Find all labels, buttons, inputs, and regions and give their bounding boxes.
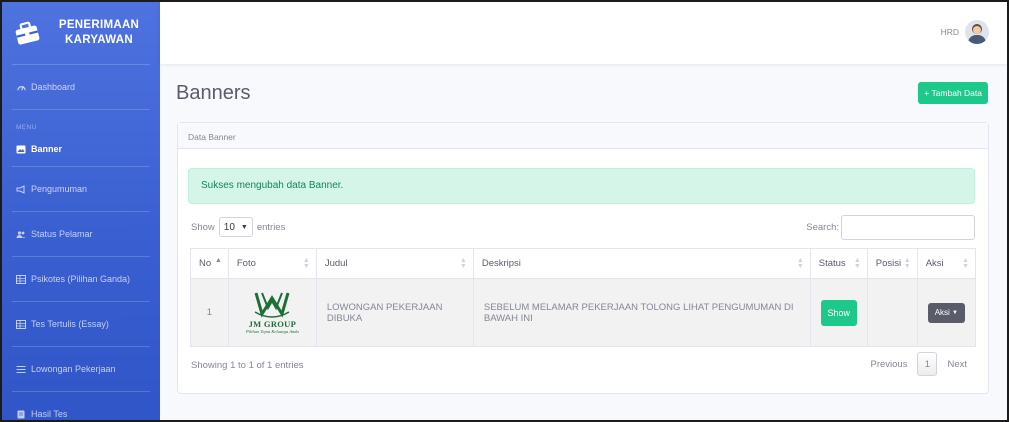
search-input[interactable] (841, 215, 975, 240)
sidebar-item-label: Hasil Tes (31, 409, 68, 419)
sort-icon: ▲ ▼ (903, 257, 911, 270)
list-icon (16, 364, 26, 374)
sidebar-item-label: Pengumuman (31, 184, 88, 194)
table-icon (16, 319, 26, 329)
aksi-label: Aksi (934, 308, 950, 317)
sidebar-item-pengumuman[interactable]: Pengumuman (2, 167, 160, 211)
sidebar-item-banner[interactable]: Banner (2, 132, 160, 166)
entries-select[interactable]: 10 ▼ (218, 217, 253, 237)
sidebar: PENERIMAAN KARYAWAN Dashboard MENU Banne… (2, 2, 160, 420)
data-card: Data Banner Sukses mengubah data Banner.… (177, 122, 989, 394)
pagination: Previous 1 Next (862, 352, 975, 376)
sidebar-item-label: Psikotes (Pilihan Ganda) (31, 274, 131, 284)
column-header-foto[interactable]: Foto ▲ ▼ (227, 248, 317, 279)
sidebar-item-label: Lowongan Pekerjaan (31, 364, 116, 374)
sidebar-item-psikotes[interactable]: Psikotes (Pilihan Ganda) (2, 257, 160, 301)
column-header-judul[interactable]: Judul ▲ ▼ (315, 248, 474, 279)
table-row: 1 JM GROUP Pilihan Tepat Keluarga Anda L… (190, 278, 977, 347)
add-data-button[interactable]: + Tambah Data (918, 82, 988, 104)
table-icon (16, 274, 26, 284)
column-header-status[interactable]: Status ▲ ▼ (809, 248, 868, 279)
brand-line-2: KARYAWAN (64, 34, 133, 46)
cell-foto: JM GROUP Pilihan Tepat Keluarga Anda (227, 278, 317, 347)
sort-icon: ▲ ▼ (962, 257, 969, 270)
sidebar-item-label: Dashboard (31, 82, 76, 92)
user-menu[interactable]: HRD (941, 20, 989, 44)
sort-icon: ▲ ▼ (796, 257, 804, 270)
entries-value: 10 (223, 221, 235, 233)
banner-table: No ▲ Foto ▲ ▼ Judul ▲ ▼ Deskripsi ▲ ▼ St… (190, 248, 977, 347)
cell-no: 1 (190, 278, 229, 347)
next-page-button[interactable]: Next (939, 352, 975, 376)
cell-status: Show (809, 278, 868, 347)
sidebar-item-lowongan-pekerjaan[interactable]: Lowongan Pekerjaan (2, 347, 160, 391)
sidebar-heading: MENU (16, 124, 37, 131)
sidebar-item-tes-tertulis[interactable]: Tes Tertulis (Essay) (2, 302, 160, 346)
sort-asc-icon: ▲ (214, 257, 222, 264)
aksi-dropdown-button[interactable]: Aksi ▼ (927, 302, 965, 323)
search-control: Search: (806, 215, 975, 240)
column-header-no[interactable]: No ▲ (190, 248, 229, 279)
sidebar-item-dashboard[interactable]: Dashboard (2, 65, 160, 109)
show-label: Show (191, 221, 215, 233)
avatar[interactable] (965, 20, 989, 44)
users-icon (16, 229, 26, 239)
banner-image: JM GROUP Pilihan Tepat Keluarga Anda (239, 285, 305, 341)
sidebar-item-label: Status Pelamar (31, 229, 93, 239)
column-header-posisi[interactable]: Posisi ▲ ▼ (866, 248, 918, 279)
sort-icon: ▲ ▼ (459, 257, 467, 270)
brand-title: PENERIMAAN KARYAWAN (48, 18, 150, 48)
sort-icon: ▲ ▼ (853, 257, 861, 270)
previous-page-button[interactable]: Previous (862, 352, 915, 376)
sidebar-item-label: Banner (31, 144, 63, 154)
page-title: Banners (176, 82, 251, 104)
entries-label: entries (256, 221, 286, 233)
entries-control: Show 10 ▼ entries (191, 217, 285, 237)
table-header-row: No ▲ Foto ▲ ▼ Judul ▲ ▼ Deskripsi ▲ ▼ St… (190, 248, 977, 279)
caret-down-icon: ▼ (952, 309, 958, 316)
sidebar-item-label: Tes Tertulis (Essay) (31, 319, 109, 329)
cell-deskripsi: SEBELUM MELAMAR PEKERJAAN TOLONG LIHAT P… (472, 278, 811, 347)
chevron-down-icon: ▼ (240, 223, 248, 231)
success-alert: Sukses mengubah data Banner. (188, 168, 975, 204)
briefcase-icon (15, 21, 40, 45)
column-header-aksi[interactable]: Aksi ▲ ▼ (916, 248, 977, 279)
sort-icon: ▲ ▼ (302, 257, 310, 270)
cell-aksi: Aksi ▼ (916, 278, 977, 347)
jm-group-logo-icon (254, 292, 290, 318)
megaphone-icon (16, 184, 26, 194)
user-name: HRD (940, 27, 959, 37)
status-show-button[interactable]: Show (820, 299, 857, 326)
search-label: Search: (806, 222, 839, 233)
sidebar-item-status-pelamar[interactable]: Status Pelamar (2, 212, 160, 256)
topbar: HRD (160, 2, 1007, 64)
cell-posisi (866, 278, 918, 347)
brand-line-1: PENERIMAAN (58, 19, 140, 31)
logo-text: JM GROUP (248, 319, 297, 329)
file-icon (16, 409, 26, 419)
image-icon (16, 144, 26, 154)
sidebar-item-hasil-tes[interactable]: Hasil Tes (2, 392, 160, 420)
dashboard-icon (16, 82, 26, 92)
column-header-deskripsi[interactable]: Deskripsi ▲ ▼ (472, 248, 811, 279)
brand[interactable]: PENERIMAAN KARYAWAN (2, 2, 160, 64)
page-button-current[interactable]: 1 (917, 352, 938, 376)
table-info: Showing 1 to 1 of 1 entries (191, 360, 304, 371)
app-window: PENERIMAAN KARYAWAN Dashboard MENU Banne… (0, 0, 1009, 422)
cell-judul: LOWONGAN PEKERJAAN DIBUKA (315, 278, 474, 347)
logo-tagline: Pilihan Tepat Keluarga Anda (246, 329, 299, 334)
card-header: Data Banner (178, 123, 988, 149)
